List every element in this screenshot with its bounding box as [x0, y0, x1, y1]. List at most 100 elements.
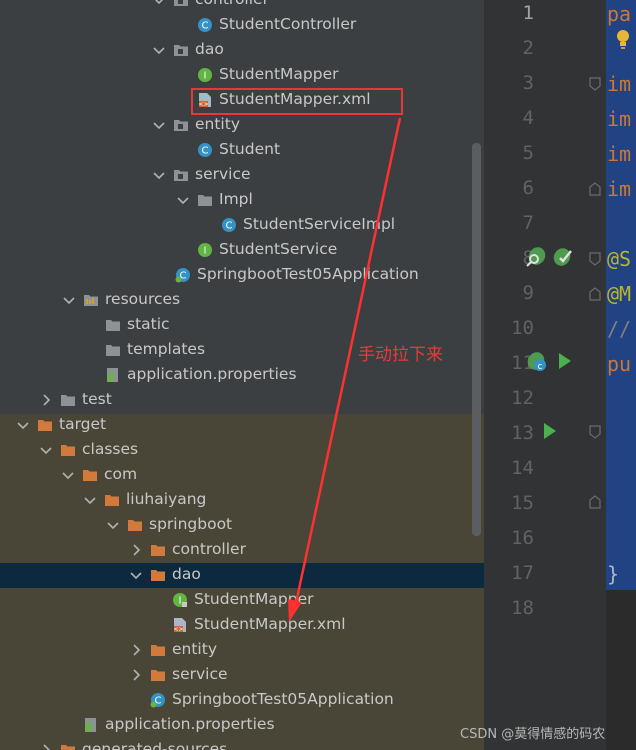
code-fragment[interactable]: im: [607, 177, 631, 201]
tree-row[interactable]: service: [0, 663, 484, 688]
tree-row[interactable]: dao: [0, 38, 484, 63]
spring-boot-class-icon: C: [175, 267, 191, 283]
fold-icon[interactable]: [589, 77, 601, 91]
bean-class-icon[interactable]: c: [525, 350, 551, 374]
tree-row[interactable]: target: [0, 413, 484, 438]
chevron-right-icon[interactable]: [128, 642, 144, 658]
bean-check-icon[interactable]: [551, 245, 575, 269]
tree-row[interactable]: classes: [0, 438, 484, 463]
tree-row[interactable]: dao: [0, 563, 484, 588]
fold-icon[interactable]: [589, 425, 601, 439]
class-icon: C: [197, 142, 213, 158]
code-fragment[interactable]: @M: [607, 282, 631, 306]
excluded-folder-icon: [150, 542, 166, 558]
tree-row[interactable]: application.properties: [0, 713, 484, 738]
resources-folder-icon: [83, 292, 99, 308]
highlight-box: [191, 88, 403, 115]
svg-text:C: C: [202, 21, 209, 32]
tree-row-label: dao: [172, 565, 201, 583]
tree-row[interactable]: I StudentService: [0, 238, 484, 263]
chevron-down-icon[interactable]: [151, 0, 167, 8]
fold-icon[interactable]: [589, 495, 601, 509]
excluded-folder-icon: [82, 467, 98, 483]
chevron-down-icon[interactable]: [60, 467, 76, 483]
chevron-right-icon[interactable]: [128, 542, 144, 558]
chevron-down-icon[interactable]: [151, 167, 167, 183]
tree-row[interactable]: <> StudentMapper.xml: [0, 613, 484, 638]
code-fragment[interactable]: @S: [607, 247, 631, 271]
tree-row[interactable]: liuhaiyang: [0, 488, 484, 513]
code-fragment[interactable]: pa: [607, 2, 631, 26]
chevron-down-icon[interactable]: [15, 417, 31, 433]
chevron-right-icon[interactable]: [38, 742, 54, 750]
excluded-folder-icon: [150, 567, 166, 583]
tree-row-label: application.properties: [127, 365, 297, 383]
tree-row[interactable]: Impl: [0, 188, 484, 213]
tree-row-label: application.properties: [105, 715, 275, 733]
code-fragment[interactable]: im: [607, 142, 631, 166]
tree-row[interactable]: static: [0, 313, 484, 338]
tree-row[interactable]: controller: [0, 0, 484, 13]
chevron-down-icon[interactable]: [128, 567, 144, 583]
fold-icon[interactable]: [589, 182, 601, 196]
fold-icon[interactable]: [589, 252, 601, 266]
tree-row[interactable]: C StudentController: [0, 13, 484, 38]
tree-row[interactable]: entity: [0, 113, 484, 138]
tree-row[interactable]: application.properties: [0, 363, 484, 388]
excluded-folder-icon: [60, 442, 76, 458]
line-number: 7: [522, 212, 534, 234]
tree-row[interactable]: controller: [0, 538, 484, 563]
run-icon[interactable]: [542, 422, 558, 440]
tree-row[interactable]: springboot: [0, 513, 484, 538]
tree-scrollbar[interactable]: [472, 143, 481, 536]
tree-row-label: liuhaiyang: [126, 490, 207, 508]
chevron-down-icon[interactable]: [82, 492, 98, 508]
tree-row-label: StudentServiceImpl: [243, 215, 396, 233]
tree-row[interactable]: test: [0, 388, 484, 413]
tree-row[interactable]: C SpringbootTest05Application: [0, 263, 484, 288]
tree-row-label: com: [104, 465, 138, 483]
chevron-down-icon[interactable]: [151, 42, 167, 58]
chevron-right-icon[interactable]: [128, 667, 144, 683]
code-fragment[interactable]: im: [607, 72, 631, 96]
run-icon[interactable]: [557, 352, 573, 370]
tree-row[interactable]: generated-sources: [0, 738, 484, 750]
excluded-folder-icon: [37, 417, 53, 433]
package-folder-icon: [173, 117, 189, 133]
chevron-down-icon[interactable]: [61, 292, 77, 308]
tree-row[interactable]: I StudentMapper: [0, 63, 484, 88]
tree-row[interactable]: resources: [0, 288, 484, 313]
code-fragment[interactable]: pu: [607, 352, 631, 376]
tree-row[interactable]: com: [0, 463, 484, 488]
bean-search-icon[interactable]: [525, 245, 549, 269]
tree-row-label: StudentController: [219, 15, 357, 33]
line-number: 17: [511, 562, 534, 584]
tree-row-label: SpringbootTest05Application: [197, 265, 419, 283]
tree-row[interactable]: entity: [0, 638, 484, 663]
tree-row[interactable]: C SpringbootTest05Application: [0, 688, 484, 713]
excluded-folder-icon: [104, 492, 120, 508]
tree-row-label: StudentMapper: [194, 590, 314, 608]
tree-row[interactable]: I StudentMapper: [0, 588, 484, 613]
watermark: CSDN @莫得情感的码农: [460, 727, 606, 742]
package-folder-icon: [173, 42, 189, 58]
tree-row[interactable]: C StudentServiceImpl: [0, 213, 484, 238]
code-fragment[interactable]: im: [607, 107, 631, 131]
tree-row-label: Student: [219, 140, 281, 158]
folder-icon: [105, 317, 121, 333]
line-number: 4: [522, 107, 534, 129]
chevron-down-icon[interactable]: [151, 117, 167, 133]
tree-row[interactable]: service: [0, 163, 484, 188]
code-fragment[interactable]: //: [607, 317, 631, 341]
chevron-right-icon[interactable]: [38, 392, 54, 408]
properties-file-icon: [83, 717, 99, 733]
code-fragment[interactable]: }: [607, 562, 619, 586]
chevron-down-icon[interactable]: [38, 442, 54, 458]
fold-icon[interactable]: [589, 287, 601, 301]
tree-row[interactable]: C Student: [0, 138, 484, 163]
excluded-folder-icon: [60, 742, 76, 750]
bulb-icon[interactable]: [614, 28, 632, 50]
chevron-down-icon[interactable]: [105, 517, 121, 533]
svg-text:C: C: [226, 221, 233, 232]
chevron-down-icon[interactable]: [175, 192, 191, 208]
